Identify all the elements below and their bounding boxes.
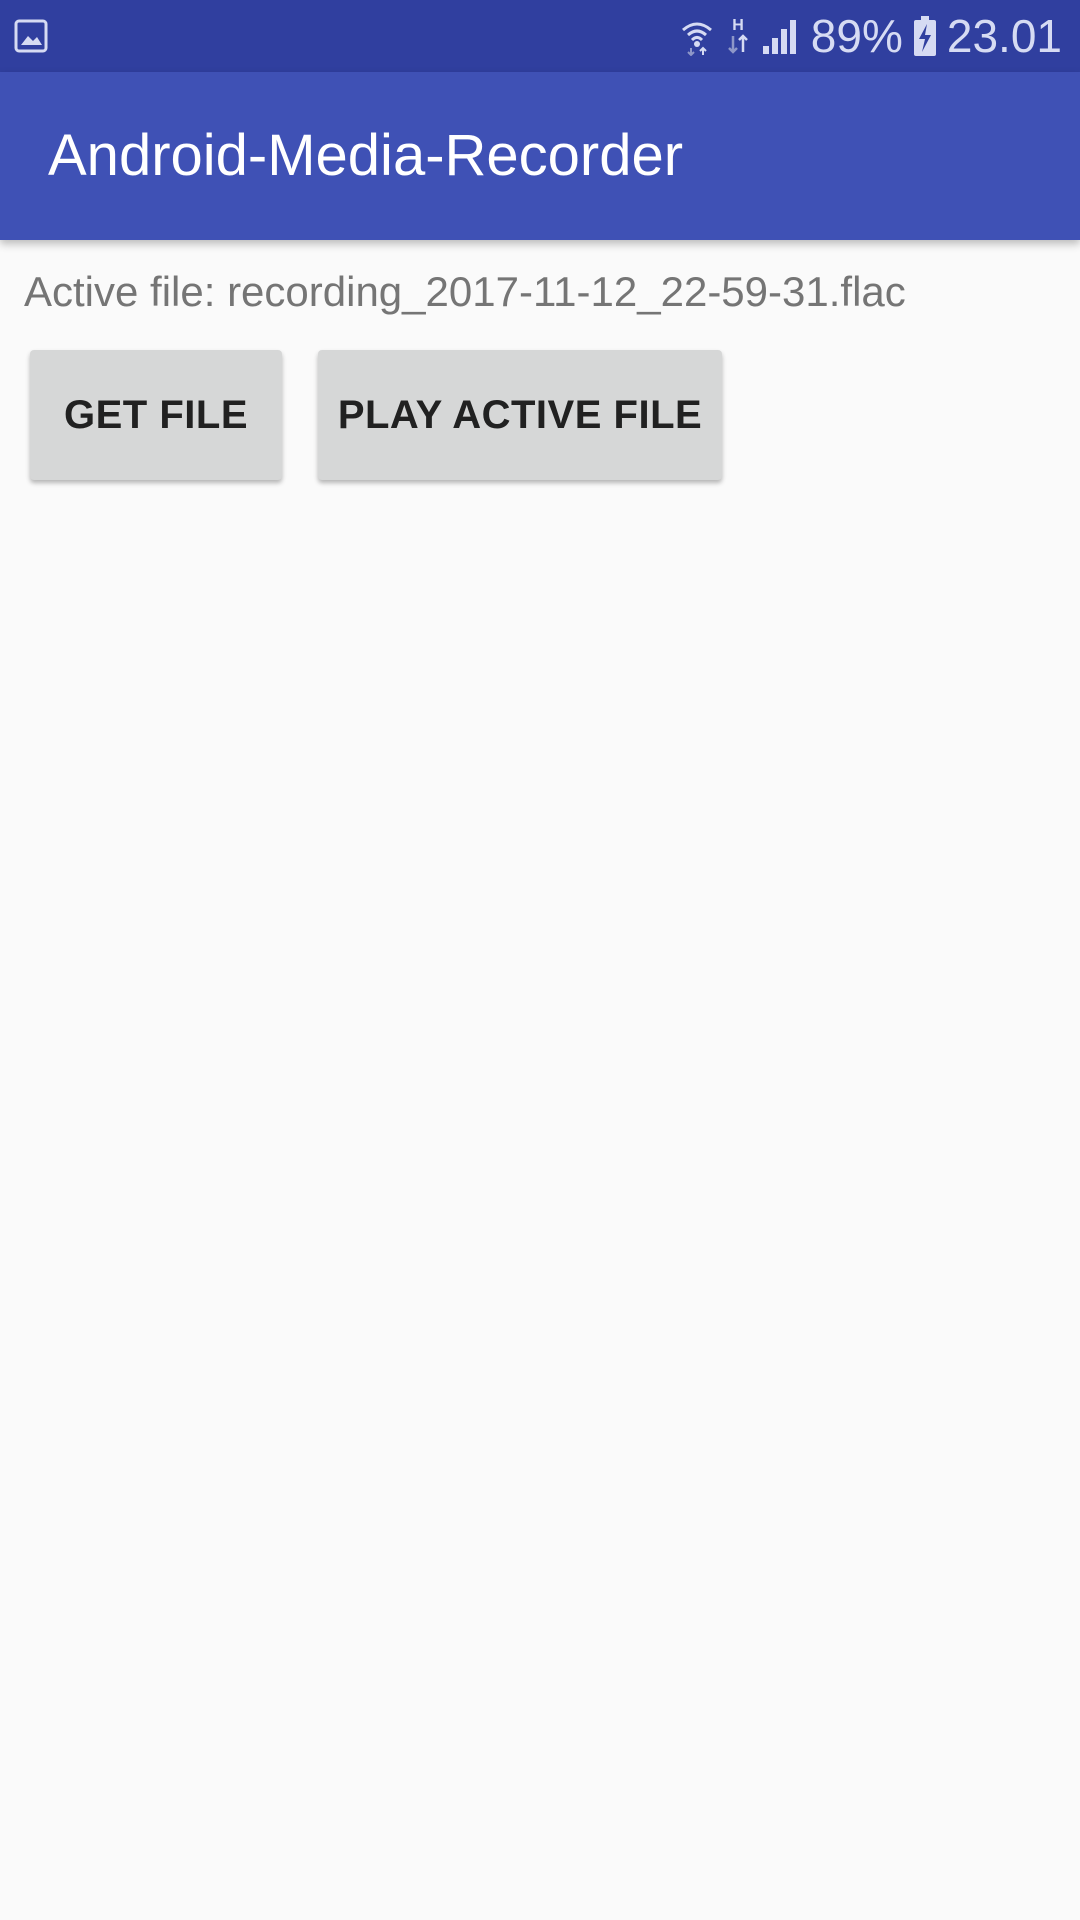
status-time: 23.01 — [946, 10, 1062, 62]
svg-text:H: H — [732, 17, 744, 34]
image-notification-icon — [14, 18, 48, 54]
active-file-label: Active file: recording_2017-11-12_22-59-… — [24, 268, 906, 315]
app-title: Android-Media-Recorder — [48, 123, 684, 188]
play-active-file-button[interactable]: PLAY ACTIVE FILE — [318, 350, 722, 480]
get-file-button[interactable]: GET FILE — [30, 350, 282, 480]
status-icons: H 89% 23.01 — [679, 0, 1062, 72]
battery-percent: 89% — [810, 10, 903, 62]
wifi-icon — [679, 16, 715, 56]
status-bar: H 89% 23.01 — [0, 0, 1080, 72]
app-bar: Android-Media-Recorder — [0, 72, 1080, 240]
battery-charging-icon — [913, 15, 937, 57]
signal-icon — [761, 16, 801, 56]
hspa-data-icon: H — [725, 14, 751, 58]
